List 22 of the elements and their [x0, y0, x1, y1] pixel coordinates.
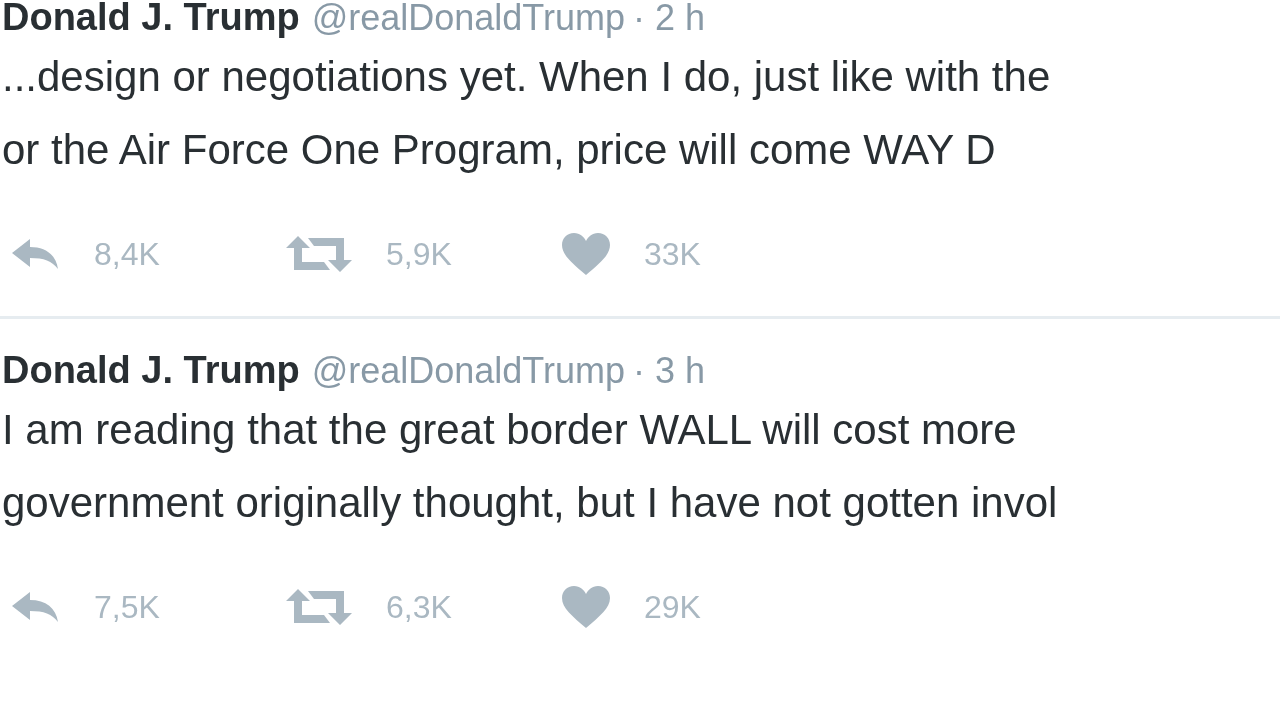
tweet-time[interactable]: · 2 h: [633, 0, 706, 39]
retweet-count: 6,3K: [386, 588, 452, 626]
retweet-icon[interactable]: [286, 587, 352, 627]
tweet-time[interactable]: · 3 h: [633, 350, 706, 392]
tweet-text: I am reading that the great border WALL will cost more: [2, 405, 1018, 455]
reply-icon[interactable]: [10, 237, 60, 271]
reply-icon[interactable]: [10, 590, 60, 624]
author-handle[interactable]: @realDonaldTrump: [311, 0, 626, 39]
reply-count: 8,4K: [94, 235, 160, 273]
tweet-text: government originally thought, but I have not gotten invol: [2, 478, 1059, 528]
tweet-text: ...design or negotiations yet. When I do, just like with the: [2, 52, 1052, 102]
heart-icon[interactable]: [562, 586, 610, 628]
author-name[interactable]: Donald J. Trump: [2, 349, 300, 392]
retweet-count: 5,9K: [386, 235, 452, 273]
reply-count: 7,5K: [94, 588, 160, 626]
author-handle[interactable]: @realDonaldTrump: [311, 350, 626, 392]
author-name[interactable]: Donald J. Trump: [2, 0, 300, 39]
heart-icon[interactable]: [562, 233, 610, 275]
tweet-text: or the Air Force One Program, price will come WAY D: [2, 125, 997, 175]
retweet-icon[interactable]: [286, 234, 352, 274]
like-count: 33K: [644, 235, 701, 273]
like-count: 29K: [644, 588, 701, 626]
